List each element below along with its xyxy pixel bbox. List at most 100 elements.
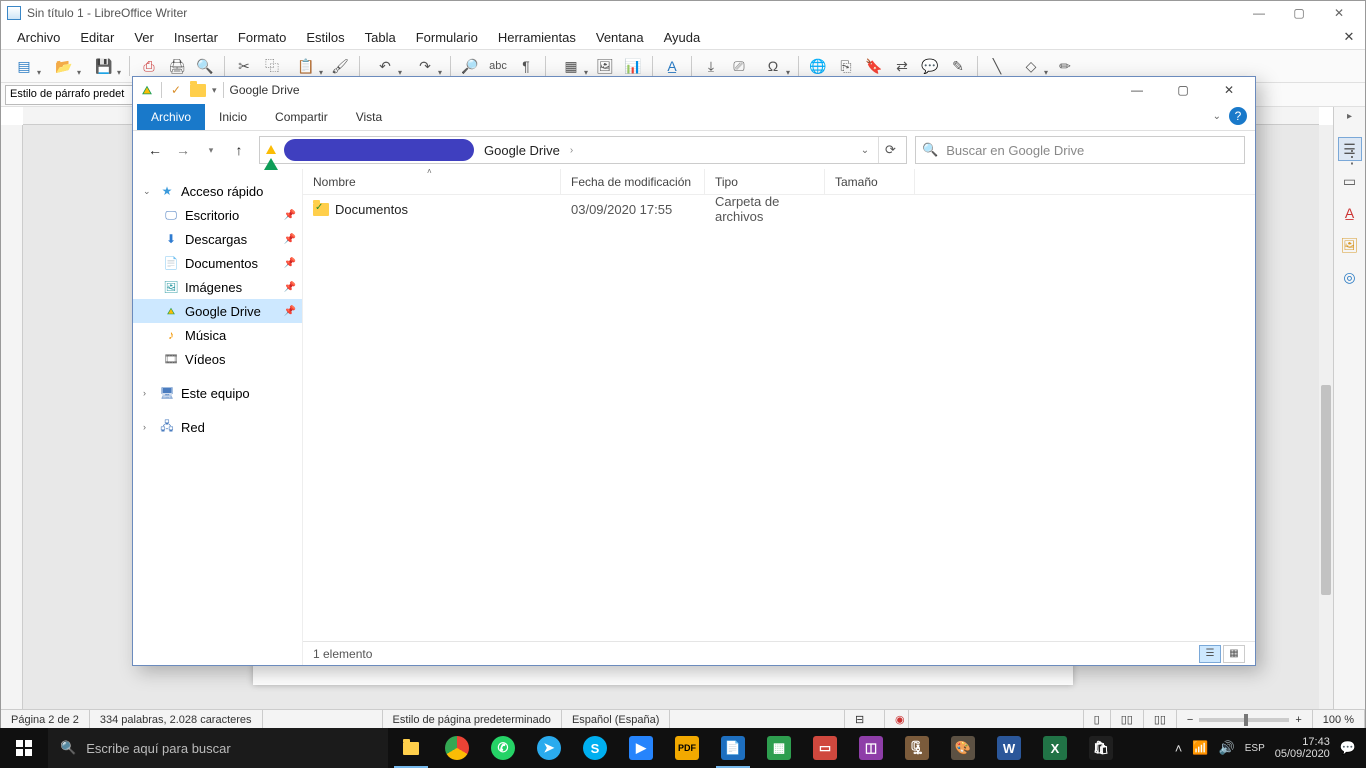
ribbon-expand-icon[interactable]: ⌄ [1213, 111, 1221, 122]
taskbar-app-gimp[interactable]: 🎨 [940, 728, 986, 768]
sidebar-collapse-icon[interactable]: ▸ [1347, 111, 1352, 122]
tree-downloads[interactable]: ⬇Descargas📌 [133, 227, 302, 251]
menu-editar[interactable]: Editar [70, 28, 124, 47]
zoom-in-icon[interactable]: + [1295, 714, 1301, 726]
explorer-minimize-button[interactable]: — [1117, 77, 1157, 103]
view-details-icon[interactable]: ☰ [1199, 645, 1221, 663]
sidebar-navigator-icon[interactable]: ◎ [1338, 265, 1362, 289]
tree-documents[interactable]: 📄Documentos📌 [133, 251, 302, 275]
ribbon-tab-archivo[interactable]: Archivo [137, 104, 205, 130]
tree-network[interactable]: ›🖧Red [133, 415, 302, 439]
scrollbar-thumb[interactable] [1321, 385, 1331, 595]
writer-vertical-scrollbar[interactable] [1319, 125, 1333, 709]
tree-videos[interactable]: 🎞Vídeos [133, 347, 302, 371]
status-view-single-icon[interactable]: ▯ [1084, 710, 1111, 729]
tree-this-pc[interactable]: ›🖥Este equipo [133, 381, 302, 405]
ribbon-tab-compartir[interactable]: Compartir [261, 104, 342, 130]
paragraph-style-combo[interactable]: Estilo de párrafo predet [5, 85, 135, 105]
tray-overflow-icon[interactable]: ˄ [1175, 741, 1183, 756]
column-date[interactable]: Fecha de modificación [561, 169, 705, 194]
taskbar-app-explorer[interactable] [388, 728, 434, 768]
zoom-out-icon[interactable]: − [1187, 714, 1193, 726]
taskbar-app-telegram[interactable]: ➤ [526, 728, 572, 768]
refresh-icon[interactable]: ⟳ [878, 137, 902, 163]
tree-google-drive[interactable]: Google Drive📌 [133, 299, 302, 323]
taskbar-app-store[interactable]: 🛍 [1078, 728, 1124, 768]
new-document-icon[interactable]: ▤ [5, 53, 43, 79]
taskbar-app-base[interactable]: ◫ [848, 728, 894, 768]
nav-recent-icon[interactable]: ▾ [199, 138, 223, 162]
menu-estilos[interactable]: Estilos [296, 28, 354, 47]
list-item[interactable]: Documentos 03/09/2020 17:55 Carpeta de a… [303, 197, 1255, 221]
ribbon-help-icon[interactable]: ? [1229, 107, 1247, 125]
writer-maximize-button[interactable]: ▢ [1279, 6, 1319, 20]
tree-desktop[interactable]: 🖵Escritorio📌 [133, 203, 302, 227]
nav-up-icon[interactable]: ↑ [227, 138, 251, 162]
taskbar-app-skype[interactable]: S [572, 728, 618, 768]
tray-volume-icon[interactable]: 🔊 [1219, 740, 1235, 756]
tree-pictures[interactable]: 🖼Imágenes📌 [133, 275, 302, 299]
nav-back-icon[interactable]: ← [143, 138, 167, 162]
taskbar-app-calc[interactable]: ▦ [756, 728, 802, 768]
taskbar-app-impress[interactable]: ▭ [802, 728, 848, 768]
status-language[interactable]: Español (España) [562, 710, 670, 729]
quick-access-pin-icon[interactable]: ✓ [168, 82, 184, 98]
breadcrumb-separator-icon[interactable]: › [570, 145, 573, 156]
writer-close-button[interactable]: ✕ [1319, 6, 1359, 20]
nav-forward-icon[interactable]: → [171, 138, 195, 162]
taskbar-app-whatsapp[interactable]: ✆ [480, 728, 526, 768]
menu-herramientas[interactable]: Herramientas [488, 28, 586, 47]
start-button[interactable] [0, 728, 48, 768]
tree-music[interactable]: ♪Música [133, 323, 302, 347]
status-view-multi-icon[interactable]: ▯▯ [1111, 710, 1144, 729]
status-page-style[interactable]: Estilo de página predeterminado [383, 710, 562, 729]
taskbar-app-zip[interactable]: 🗜 [894, 728, 940, 768]
sidebar-gallery-icon[interactable]: 🖼 [1338, 233, 1362, 257]
status-signature[interactable]: ◉ [885, 710, 909, 729]
title-dropdown-icon[interactable]: ▾ [212, 85, 217, 96]
file-list[interactable]: Documentos 03/09/2020 17:55 Carpeta de a… [303, 195, 1255, 641]
status-insert-mode[interactable]: ⊟ [845, 710, 885, 729]
status-page[interactable]: Página 2 de 2 [1, 710, 90, 729]
taskbar-app-pdf[interactable]: PDF [664, 728, 710, 768]
open-icon[interactable]: 📂 [45, 53, 83, 79]
tray-clock[interactable]: 17:43 05/09/2020 [1275, 736, 1330, 760]
menu-formulario[interactable]: Formulario [406, 28, 488, 47]
menu-ver[interactable]: Ver [124, 28, 164, 47]
view-large-icons-icon[interactable]: ▦ [1223, 645, 1245, 663]
ribbon-tab-inicio[interactable]: Inicio [205, 104, 261, 130]
taskbar-app-writer[interactable]: 📄 [710, 728, 756, 768]
taskbar-app-chrome[interactable] [434, 728, 480, 768]
explorer-search-box[interactable]: 🔍 Buscar en Google Drive [915, 136, 1245, 164]
writer-minimize-button[interactable]: — [1239, 6, 1279, 20]
tray-language-icon[interactable]: ESP [1245, 743, 1265, 754]
menu-formato[interactable]: Formato [228, 28, 296, 47]
column-name[interactable]: Nombre [303, 169, 561, 194]
writer-doc-close-button[interactable]: ✕ [1339, 29, 1359, 45]
column-size[interactable]: Tamaño [825, 169, 915, 194]
tree-quick-access[interactable]: ⌄★Acceso rápido [133, 179, 302, 203]
status-wordcount[interactable]: 334 palabras, 2.028 caracteres [90, 710, 263, 729]
column-type[interactable]: Tipo [705, 169, 825, 194]
sidebar-styles-icon[interactable]: A̲ [1338, 201, 1362, 225]
address-dropdown-icon[interactable]: ⌄ [856, 145, 874, 156]
vertical-ruler[interactable] [1, 125, 23, 709]
menu-insertar[interactable]: Insertar [164, 28, 228, 47]
tray-wifi-icon[interactable]: 📶 [1192, 740, 1208, 756]
status-zoom-value[interactable]: 100 % [1313, 710, 1365, 729]
menu-tabla[interactable]: Tabla [355, 28, 406, 47]
menu-archivo[interactable]: Archivo [7, 28, 70, 47]
save-icon[interactable]: 💾 [85, 53, 123, 79]
taskbar-app-meet[interactable]: ▶ [618, 728, 664, 768]
address-bar[interactable]: Google Drive › ⌄ ⟳ [259, 136, 907, 164]
taskbar-app-excel[interactable]: X [1032, 728, 1078, 768]
ribbon-tab-vista[interactable]: Vista [342, 104, 396, 130]
breadcrumb-google-drive[interactable]: Google Drive [478, 143, 566, 158]
sidebar-more-icon[interactable]: ⋮ [1343, 147, 1361, 168]
zoom-slider[interactable] [1199, 718, 1289, 722]
taskbar-search[interactable]: 🔍 Escribe aquí para buscar [48, 728, 388, 768]
status-view-book-icon[interactable]: ▯▯ [1144, 710, 1177, 729]
taskbar-app-word[interactable]: W [986, 728, 1032, 768]
menu-ventana[interactable]: Ventana [586, 28, 654, 47]
explorer-maximize-button[interactable]: ▢ [1163, 77, 1203, 103]
